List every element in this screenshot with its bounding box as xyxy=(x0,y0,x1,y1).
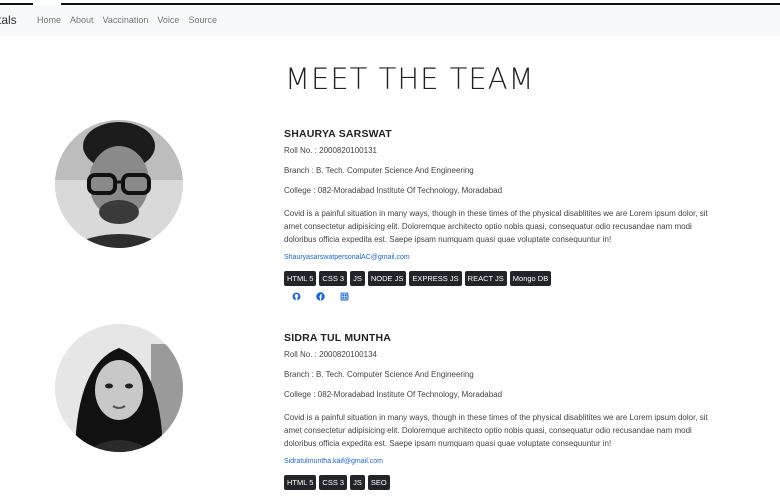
skill-tags: HTML 5 CSS 3 JS SEO xyxy=(284,475,390,490)
social-links xyxy=(292,292,349,301)
member-email-link[interactable]: ShauryasarswatpersonalAC@gmail.com xyxy=(284,254,410,261)
member-name: SHAURYA SARSWAT xyxy=(284,128,392,140)
nav-link-source[interactable]: Source xyxy=(188,15,217,25)
skill-tag: JS xyxy=(350,271,365,286)
member-bio: Covid is a painful situation in many way… xyxy=(284,413,708,448)
skill-tag: CSS 3 xyxy=(319,475,348,490)
member-branch: Branch : B. Tech. Computer Science And E… xyxy=(284,166,474,175)
navbar-brand[interactable]: tals xyxy=(0,13,17,27)
member-college: College : 082-Moradabad Institute Of Tec… xyxy=(284,390,503,399)
member-photo xyxy=(55,324,183,452)
skill-tag: EXPRESS JS xyxy=(409,271,462,286)
navbar: tals Home About Vaccination Voice Source xyxy=(0,5,780,36)
member-bio: Covid is a painful situation in many way… xyxy=(284,209,708,244)
nav-link-voice[interactable]: Voice xyxy=(157,15,179,25)
linkedin-icon[interactable] xyxy=(340,292,349,301)
member-info: SIDRA TUL MUNTHA Roll No. : 200082010013… xyxy=(284,332,714,490)
skill-tag: NODE JS xyxy=(367,271,407,286)
nav-link-home[interactable]: Home xyxy=(37,15,61,25)
skill-tag: JS xyxy=(350,475,365,490)
member-branch: Branch : B. Tech. Computer Science And E… xyxy=(284,370,474,379)
skill-tag: REACT JS xyxy=(464,271,507,286)
skill-tag: Mongo DB xyxy=(509,271,552,286)
member-photo xyxy=(55,120,183,248)
nav-links: Home About Vaccination Voice Source xyxy=(37,15,217,25)
member-roll: Roll No. : 2000820100134 xyxy=(284,350,377,359)
member-name: SIDRA TUL MUNTHA xyxy=(284,332,392,344)
nav-link-vaccination[interactable]: Vaccination xyxy=(103,15,149,25)
skill-tag: SEO xyxy=(367,475,390,490)
nav-link-about[interactable]: About xyxy=(70,15,94,25)
member-college: College : 082-Moradabad Institute Of Tec… xyxy=(284,186,503,195)
skill-tag: HTML 5 xyxy=(284,271,317,286)
skill-tag: CSS 3 xyxy=(319,271,348,286)
member-email-link[interactable]: Sidratulmuntha.kaif@gmail.com xyxy=(284,458,383,465)
skill-tag: HTML 5 xyxy=(284,475,317,490)
skill-tags: HTML 5 CSS 3 JS NODE JS EXPRESS JS REACT… xyxy=(284,271,552,286)
page-title: MEET THE TEAM xyxy=(285,62,535,96)
member-roll: Roll No. : 2000820100131 xyxy=(284,146,377,155)
facebook-icon[interactable] xyxy=(316,292,325,301)
github-icon[interactable] xyxy=(292,292,301,301)
member-info: SHAURYA SARSWAT Roll No. : 2000820100131… xyxy=(284,128,714,301)
